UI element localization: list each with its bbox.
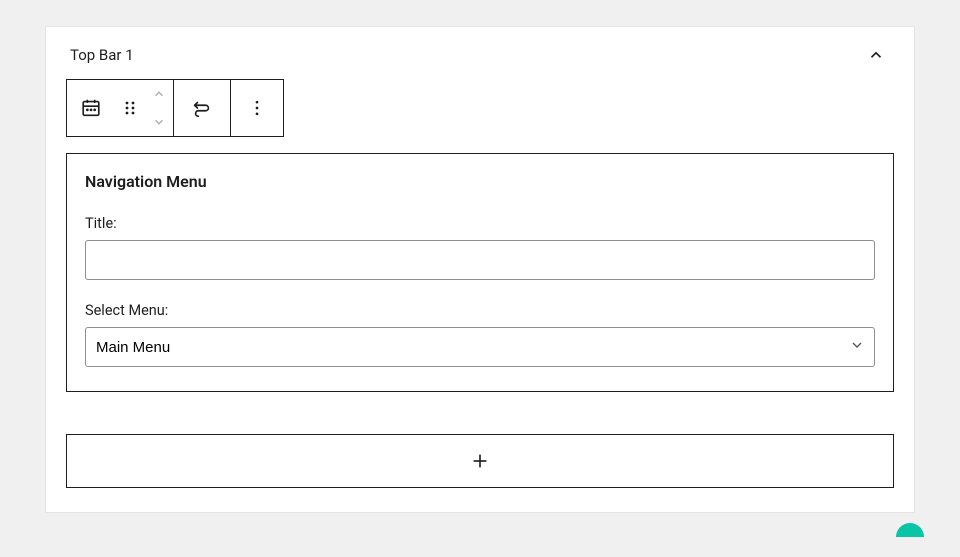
drag-handle[interactable] <box>115 80 145 136</box>
widget-area-panel: Top Bar 1 <box>45 26 915 513</box>
toolbar-group-more <box>231 80 283 136</box>
panel-title: Top Bar 1 <box>70 46 134 64</box>
help-bubble[interactable] <box>896 523 924 537</box>
move-controls <box>145 80 173 136</box>
toolbar-group-transform <box>174 80 231 136</box>
block-toolbar <box>66 79 284 137</box>
add-block-button[interactable] <box>66 434 894 488</box>
widget-heading: Navigation Menu <box>85 172 875 191</box>
move-up-button[interactable] <box>145 80 173 108</box>
select-menu-wrap: Main Menu <box>85 327 875 367</box>
chevron-up-icon <box>152 87 166 101</box>
toolbar-group-block <box>67 80 174 136</box>
title-input[interactable] <box>85 240 875 280</box>
transform-button[interactable] <box>174 80 230 136</box>
calendar-icon <box>80 97 102 119</box>
collapse-toggle[interactable] <box>862 41 890 69</box>
move-down-button[interactable] <box>145 108 173 136</box>
more-options-button[interactable] <box>231 80 283 136</box>
drag-icon <box>122 98 138 118</box>
chevron-up-icon <box>867 46 885 64</box>
widget-block: Navigation Menu Title: Select Menu: Main… <box>66 153 894 392</box>
title-label: Title: <box>85 215 875 232</box>
plus-icon <box>469 450 491 472</box>
select-menu-dropdown[interactable]: Main Menu <box>85 327 875 367</box>
chevron-down-icon <box>152 115 166 129</box>
transform-icon <box>191 97 213 119</box>
more-vertical-icon <box>247 98 267 118</box>
select-menu-label: Select Menu: <box>85 302 875 319</box>
block-type-button[interactable] <box>67 80 115 136</box>
panel-header: Top Bar 1 <box>66 27 894 77</box>
